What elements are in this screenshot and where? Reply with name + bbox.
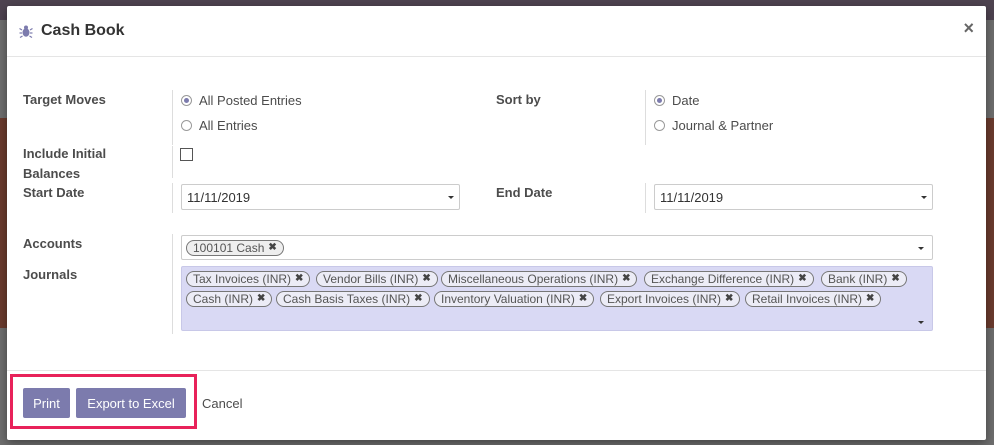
journals-field[interactable]: Tax Invoices (INR) ✖ Vendor Bills (INR) … [181,266,933,331]
chevron-down-icon[interactable] [918,321,924,324]
divider [645,90,646,145]
remove-tag-icon[interactable]: ✖ [257,292,265,306]
divider [172,234,173,334]
include-initial-balances-label-line1: Include Initial [23,146,107,161]
target-moves-label: Target Moves [23,92,106,107]
tag-label: Inventory Valuation (INR) [441,292,575,306]
tag-label: Exchange Difference (INR) [651,272,795,286]
start-date-label: Start Date [23,185,85,200]
remove-tag-icon[interactable]: ✖ [422,272,430,286]
accounts-field[interactable]: 100101 Cash ✖ [181,235,933,260]
remove-tag-icon[interactable]: ✖ [725,292,733,306]
remove-tag-icon[interactable]: ✖ [622,272,630,286]
include-initial-balances-checkbox[interactable] [180,148,193,161]
radio-label: Journal & Partner [672,118,774,133]
radio-sort-date[interactable]: Date [654,93,699,108]
cancel-button[interactable]: Cancel [202,396,242,411]
remove-tag-icon[interactable]: ✖ [866,292,874,306]
radio-unchecked-icon[interactable] [654,120,665,131]
journal-tag: Exchange Difference (INR) ✖ [644,271,814,287]
dialog-header: Cash Book × [7,6,986,57]
divider [645,183,646,213]
tag-label: 100101 Cash [193,241,265,255]
remove-tag-icon[interactable]: ✖ [579,292,587,306]
tag-label: Tax Invoices (INR) [193,272,292,286]
end-date-label: End Date [496,185,553,200]
chevron-down-icon[interactable] [918,247,924,250]
end-date-input[interactable]: 11/11/2019 [654,184,933,210]
journal-tag: Miscellaneous Operations (INR) ✖ [441,271,638,287]
close-icon[interactable]: × [963,18,974,39]
journals-label: Journals [23,267,78,282]
accounts-label: Accounts [23,236,83,251]
divider [172,146,173,178]
tag-label: Miscellaneous Operations (INR) [448,272,619,286]
journal-tag: Cash (INR) ✖ [186,291,273,307]
tag-label: Retail Invoices (INR) [752,292,863,306]
journal-tag: Export Invoices (INR) ✖ [600,291,741,307]
remove-tag-icon[interactable]: ✖ [414,292,422,306]
tag-label: Export Invoices (INR) [607,292,722,306]
tag-label: Vendor Bills (INR) [323,272,419,286]
include-initial-balances-label-line2: Balances [23,166,81,181]
journal-tag: Retail Invoices (INR) ✖ [745,291,882,307]
journal-tag: Inventory Valuation (INR) ✖ [434,291,595,307]
start-date-input[interactable]: 11/11/2019 [181,184,460,210]
radio-checked-icon[interactable] [181,95,192,106]
tag-label: Cash Basis Taxes (INR) [283,292,411,306]
tag-label: Cash (INR) [193,292,254,306]
remove-tag-icon[interactable]: ✖ [891,272,899,286]
radio-sort-journal-partner[interactable]: Journal & Partner [654,118,773,133]
print-button[interactable]: Print [23,388,70,418]
remove-tag-icon[interactable]: ✖ [798,272,806,286]
journal-tag: Bank (INR) ✖ [821,271,907,287]
bug-icon [19,25,33,38]
journal-tag: Cash Basis Taxes (INR) ✖ [276,291,430,307]
remove-tag-icon[interactable]: ✖ [295,272,303,286]
radio-all-entries[interactable]: All Entries [181,118,258,133]
journal-tag: Tax Invoices (INR) ✖ [186,271,311,287]
radio-label: Date [672,93,700,108]
journal-tag: Vendor Bills (INR) ✖ [316,271,438,287]
start-date-value: 11/11/2019 [187,190,251,205]
divider [172,183,173,213]
export-to-excel-button[interactable]: Export to Excel [76,388,186,418]
account-tag: 100101 Cash ✖ [186,240,284,256]
radio-label: All Entries [199,118,258,133]
radio-checked-icon[interactable] [654,95,665,106]
remove-tag-icon[interactable]: ✖ [268,241,276,255]
sort-by-label: Sort by [496,92,541,107]
chevron-down-icon[interactable] [921,196,927,199]
tag-label: Bank (INR) [828,272,888,286]
chevron-down-icon[interactable] [448,196,454,199]
radio-label: All Posted Entries [199,93,302,108]
dialog-title: Cash Book [41,22,125,39]
end-date-value: 11/11/2019 [660,190,724,205]
divider [172,90,173,145]
radio-unchecked-icon[interactable] [181,120,192,131]
cash-book-dialog: Cash Book × Target Moves All Posted Entr… [7,6,986,440]
dialog-footer: Print Export to Excel Cancel [7,370,986,440]
radio-all-posted-entries[interactable]: All Posted Entries [181,93,302,108]
